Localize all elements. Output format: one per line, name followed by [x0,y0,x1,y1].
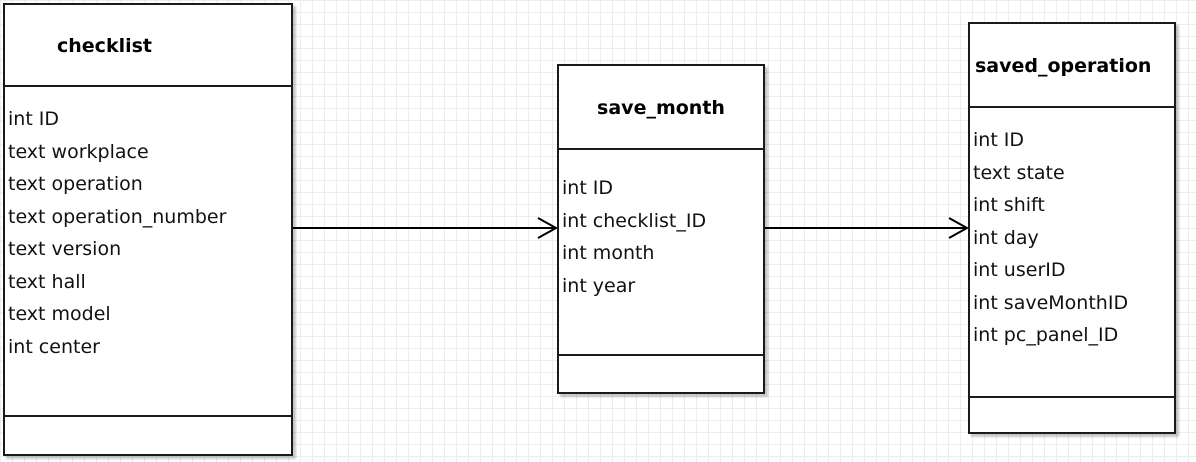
entity-title: checklist [5,5,291,87]
entity-save-month[interactable]: save_month int ID int checklist_ID int m… [557,64,765,394]
attribute: int month [562,242,655,264]
attribute: text state [973,161,1065,184]
attribute: int pc_panel_ID [973,324,1119,346]
attribute: text operation [8,173,143,195]
attribute: text version [8,238,122,260]
attribute: text operation_number [8,205,227,228]
attribute: int saveMonthID [973,291,1129,314]
entity-checklist[interactable]: checklist int ID text workplace text ope… [3,3,293,456]
attribute: text hall [8,270,86,293]
relation-checklist-to-save-month[interactable] [293,217,559,239]
attribute: int ID [973,129,1025,151]
attribute-list: int ID text workplace text operation tex… [5,87,291,417]
attribute: int ID [562,177,614,199]
attribute: text workplace [8,140,149,163]
attribute: int userID [973,259,1066,281]
entity-title: save_month [559,66,763,150]
entity-title: saved_operation [970,24,1174,108]
attribute: int ID [8,108,60,130]
entity-saved-operation[interactable]: saved_operation int ID text state int sh… [968,22,1176,434]
attribute: text model [8,303,111,325]
attribute: int year [562,274,636,297]
attribute-list: int ID int checklist_ID int month int ye… [559,150,763,356]
attribute: int day [973,226,1039,249]
attribute-list: int ID text state int shift int day int … [970,108,1174,398]
attribute: int checklist_ID [562,209,707,232]
relation-save-month-to-saved-operation[interactable] [765,217,970,239]
attribute: int shift [973,194,1045,216]
attribute: int center [8,335,100,358]
